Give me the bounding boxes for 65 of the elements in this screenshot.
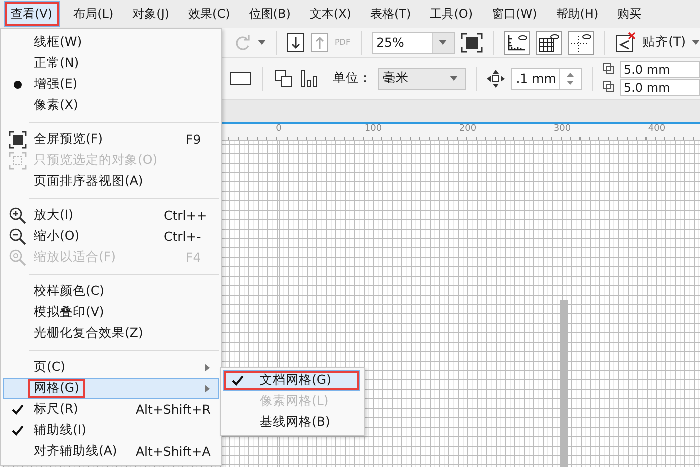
- menu-bar-item[interactable]: 窗口(W): [485, 1, 544, 27]
- menu-bar-item[interactable]: 帮助(H): [549, 1, 606, 27]
- rectangle-icon[interactable]: [230, 70, 252, 88]
- snap-to-menu-label[interactable]: 贴齐(T): [642, 34, 686, 51]
- zoom-in-icon: [9, 206, 27, 224]
- bars-icon[interactable]: [300, 68, 319, 90]
- menu-item[interactable]: 增强(E): [3, 74, 219, 95]
- ruler-number: 0: [276, 124, 282, 134]
- snap-off-icon[interactable]: [614, 32, 637, 54]
- menu-item[interactable]: 对齐辅助线(A) Alt+Shift+A: [3, 441, 219, 462]
- menu-bar-item[interactable]: 工具(O): [423, 1, 480, 27]
- caret-icon: [439, 40, 448, 45]
- units-dropdown[interactable]: 毫米: [378, 68, 466, 90]
- caret-icon: [258, 40, 266, 45]
- menu-bar-item[interactable]: 布局(L): [66, 1, 121, 27]
- ruler-number: 100: [364, 124, 382, 134]
- overlap-squares-icon[interactable]: [272, 68, 295, 90]
- menu-item[interactable]: 辅助线(I): [3, 420, 219, 441]
- nudge-arrows-icon[interactable]: [487, 70, 506, 88]
- ruler-number: 200: [459, 124, 477, 134]
- menu-bar-item[interactable]: 效果(C): [182, 1, 238, 27]
- submenu-arrow-icon: [205, 384, 210, 392]
- fullscreen-icon[interactable]: [460, 32, 483, 52]
- menu-item[interactable]: 线框(W): [3, 32, 219, 53]
- guidelines-icon[interactable]: [568, 30, 594, 54]
- ruler-number: 400: [648, 124, 666, 134]
- menu-item[interactable]: 文档网格(G): [223, 370, 360, 391]
- menu-item[interactable]: 网格(G): [3, 378, 219, 399]
- zoom-fit-icon: [9, 248, 27, 266]
- submenu-arrow-icon: [205, 364, 210, 372]
- menu-bar-item[interactable]: 表格(T): [364, 1, 418, 27]
- menu-item[interactable]: 像素(X): [3, 95, 219, 116]
- menu-bar-item[interactable]: 查看(V): [4, 1, 60, 27]
- duplicate-y-icon[interactable]: [602, 80, 617, 94]
- menu-item[interactable]: 缩小(O) Ctrl+-: [3, 226, 219, 247]
- menu-item[interactable]: 全屏预览(F) F9: [3, 129, 219, 150]
- zoom-out-icon: [9, 228, 27, 246]
- menu-bar-item[interactable]: 购买: [610, 1, 649, 27]
- import-icon[interactable]: [286, 32, 305, 52]
- duplicate-y-field[interactable]: 5.0 mm: [620, 79, 700, 96]
- menu-item[interactable]: 模拟叠印(V): [3, 302, 219, 323]
- duplicate-x-field[interactable]: 5.0 mm: [620, 61, 700, 78]
- caret-icon: [692, 40, 700, 45]
- selection-frame-icon: [9, 152, 27, 170]
- menu-item[interactable]: 基线网格(B): [223, 412, 360, 433]
- menu-item[interactable]: 放大(I) Ctrl++: [3, 205, 219, 226]
- rulers-icon[interactable]: [504, 30, 530, 54]
- menu-item[interactable]: 标尺(R) Alt+Shift+R: [3, 399, 219, 420]
- ruler-number: 300: [554, 124, 572, 134]
- caret-icon: [450, 76, 458, 81]
- zoom-level-dropdown[interactable]: 25%: [372, 32, 455, 54]
- fullscreen-icon: [9, 130, 27, 148]
- menu-item[interactable]: 页面排序器视图(A): [3, 171, 219, 192]
- duplicate-x-icon[interactable]: [602, 62, 617, 76]
- menu-item[interactable]: 光栅化复合效果(Z): [3, 323, 219, 344]
- units-label: 单位：: [332, 70, 372, 87]
- menu-item[interactable]: 页(C): [3, 357, 219, 378]
- nudge-distance-field[interactable]: .1 mm: [511, 68, 582, 90]
- menu-bar-item[interactable]: 位图(B): [242, 1, 298, 27]
- grid-icon[interactable]: [536, 30, 562, 54]
- menu-bar-item[interactable]: 对象(J): [126, 1, 177, 27]
- spin-arrows-icon[interactable]: [567, 72, 574, 84]
- menu-item[interactable]: 校样颜色(C): [3, 281, 219, 302]
- menu-bar-item[interactable]: 文本(X): [302, 1, 358, 27]
- menu-item[interactable]: 正常(N): [3, 53, 219, 74]
